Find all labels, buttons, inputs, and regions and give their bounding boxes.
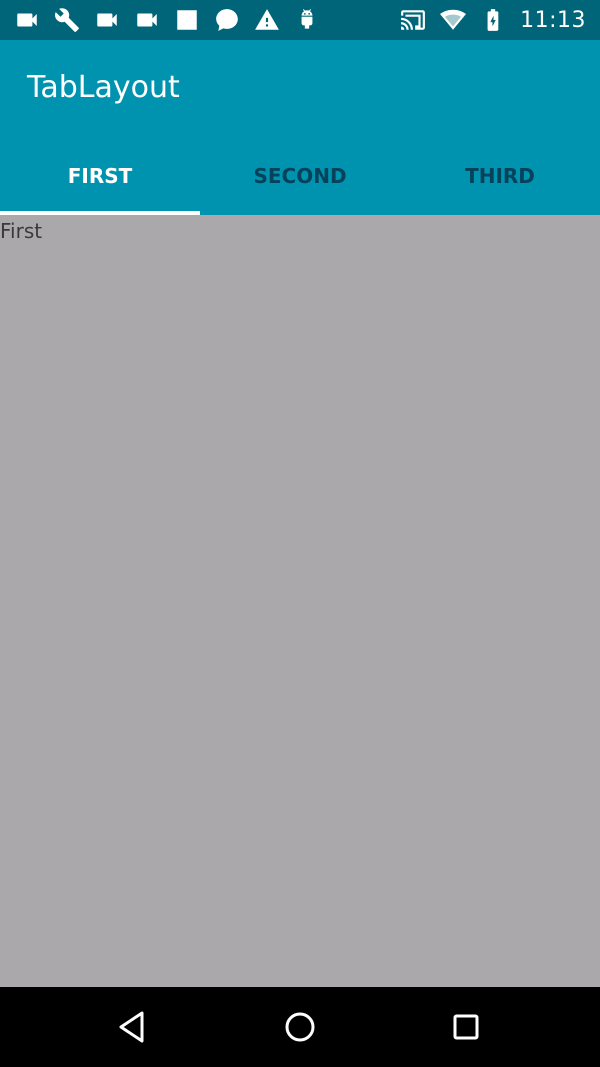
home-icon[interactable] [280, 1007, 320, 1047]
screen: 11:13 TabLayout FIRST SECOND THIRD First [0, 0, 600, 1067]
videocam-icon [17, 13, 37, 27]
tab-third[interactable]: THIRD [400, 136, 600, 215]
tab-second[interactable]: SECOND [200, 136, 400, 215]
app-title: TabLayout [27, 70, 180, 105]
tab-label: THIRD [465, 163, 535, 188]
tab-label: FIRST [67, 163, 133, 188]
videocam-icon [137, 13, 157, 27]
warning-icon [255, 9, 279, 30]
content-text: First [0, 219, 43, 243]
notification-icons [14, 0, 320, 40]
tab-layout: FIRST SECOND THIRD [0, 136, 600, 215]
navigation-bar [0, 987, 600, 1067]
tab-label: SECOND [253, 163, 347, 188]
videocam-icon [97, 13, 117, 27]
system-icons: 11:13 [400, 0, 586, 40]
status-bar: 11:13 [0, 0, 600, 40]
app-bar: TabLayout [0, 40, 600, 136]
cast-icon [401, 10, 426, 30]
back-icon[interactable] [113, 1007, 153, 1047]
wifi-icon [440, 9, 467, 30]
square-icon [177, 10, 197, 30]
recents-icon[interactable] [446, 1007, 486, 1047]
tab-first[interactable]: FIRST [0, 136, 200, 215]
chat-bubble-icon [216, 9, 238, 31]
wrench-icon [55, 8, 79, 32]
android-icon [301, 9, 313, 29]
battery-icon [487, 9, 499, 31]
tab-content: First [0, 215, 600, 987]
status-clock: 11:13 [520, 7, 586, 33]
